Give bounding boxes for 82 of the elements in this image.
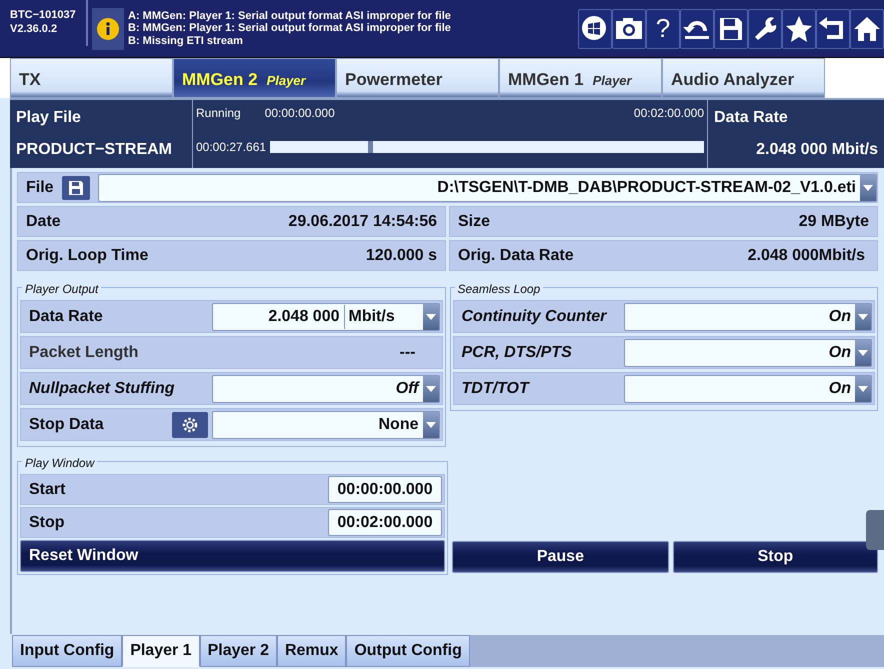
field-value: On [828, 378, 852, 398]
tab[interactable]: Powermeter [336, 58, 499, 98]
info-value: 29.06.2017 14:54:56 [288, 212, 438, 232]
info-label: Orig. Data Rate [458, 246, 574, 266]
reset-window-button[interactable]: Reset Window [20, 540, 445, 572]
end-time: 00:02:00.000 [634, 105, 704, 122]
status-message: B: Missing ETI stream [128, 34, 244, 48]
field-label: File [26, 178, 54, 198]
device-id: BTC−101037 [10, 8, 77, 22]
save-button[interactable] [62, 176, 90, 200]
windows-logo-icon [581, 14, 609, 42]
toolbar-button[interactable] [578, 8, 612, 48]
data-rate-value: 2.048 000 [756, 141, 828, 158]
action-button[interactable]: Stop [672, 541, 878, 573]
field-label: Start [29, 480, 66, 500]
help-button[interactable]: ? [646, 8, 680, 48]
info-icon [97, 18, 119, 40]
tab[interactable]: TX [10, 58, 173, 98]
status-message: A: MMGen: Player 1: Serial output format ASI improper for file [128, 10, 452, 22]
field-value: None [378, 414, 420, 434]
dropdown-field[interactable]: On [624, 302, 872, 330]
tab[interactable]: MMGen 2 Player [173, 58, 336, 98]
field-value: --- [400, 342, 416, 362]
field-label: TDT/TOT [462, 378, 529, 398]
dropdown-field[interactable]: None [212, 410, 440, 438]
unit-value: Mbit/s [348, 306, 396, 326]
dropdown-field[interactable]: Off [212, 374, 440, 402]
settings-icon [180, 416, 198, 434]
info-label: Orig. Loop Time [26, 246, 148, 266]
field-value: 2.048 000 [212, 304, 344, 328]
field-label: Stop Data [29, 414, 104, 434]
info-value: 2.048 000 [748, 246, 819, 266]
data-rate-field[interactable]: 2.048 000 Mbit/s [212, 302, 440, 330]
field-label: Stop [29, 512, 65, 532]
toolbar-button[interactable] [782, 8, 816, 48]
file-name: PRODUCT−STREAM [16, 140, 174, 160]
toolbar-button[interactable] [714, 8, 748, 48]
tab[interactable]: Output Config [346, 635, 470, 667]
toolbar-button[interactable] [816, 8, 850, 48]
firmware-version: V2.36.0.2 [10, 22, 58, 36]
time-field[interactable]: 00:00:00.000 [328, 476, 442, 503]
field-value: On [828, 342, 852, 362]
field-label: PCR, DTS/PTS [462, 342, 572, 362]
tab[interactable]: Input Config [12, 635, 122, 667]
action-button[interactable]: Pause [452, 541, 669, 573]
toolbar-button[interactable] [680, 8, 714, 48]
file-path: D:\TSGEN\T-DMB_DAB\PRODUCT-STREAM-02_V1.0.eti [437, 178, 857, 198]
field-value: Off [396, 378, 421, 398]
file-path-field[interactable]: D:\TSGEN\T-DMB_DAB\PRODUCT-STREAM-02_V1.0.eti [98, 174, 877, 202]
toolbar-button[interactable] [612, 8, 646, 48]
dropdown-field[interactable]: On [624, 338, 872, 366]
panel-title: Play File [16, 108, 82, 128]
position-time: 00:00:27.661 [196, 139, 266, 156]
save-icon [68, 180, 84, 196]
settings-button[interactable] [172, 412, 208, 438]
info-button[interactable] [92, 8, 124, 50]
panel-title: Data Rate [714, 108, 789, 128]
field-label: Packet Length [29, 342, 138, 362]
info-label: Size [458, 212, 490, 232]
dropdown-field[interactable]: On [624, 374, 872, 402]
data-rate-unit: Mbit/s [832, 141, 878, 158]
time-field[interactable]: 00:02:00.000 [328, 509, 442, 536]
info-unit: Mbit/s [818, 246, 866, 266]
start-time: 00:00:00.000 [264, 105, 335, 122]
info-label: Date [26, 212, 61, 232]
toolbar-button[interactable] [748, 8, 782, 48]
status-message: B: MMGen: Player 1: Serial output format ASI improper for file [128, 22, 452, 35]
tab[interactable]: Remux [276, 635, 346, 667]
play-state: Running [196, 105, 241, 122]
tab[interactable]: Player 1 [122, 635, 200, 667]
info-value: 29 MByte [798, 212, 870, 232]
field-label: Continuity Counter [462, 306, 606, 326]
field-label: Data Rate [29, 306, 103, 326]
star-icon [785, 14, 813, 42]
tab[interactable]: MMGen 1 Player [499, 58, 662, 98]
home-icon [853, 14, 881, 42]
field-value: On [828, 306, 852, 326]
field-label: Nullpacket Stuffing [29, 378, 174, 398]
info-value: 120.000 s [366, 246, 438, 266]
tab[interactable]: Player 2 [200, 635, 277, 667]
tab[interactable]: Audio Analyzer [662, 58, 825, 98]
toolbar-button[interactable] [850, 8, 884, 48]
